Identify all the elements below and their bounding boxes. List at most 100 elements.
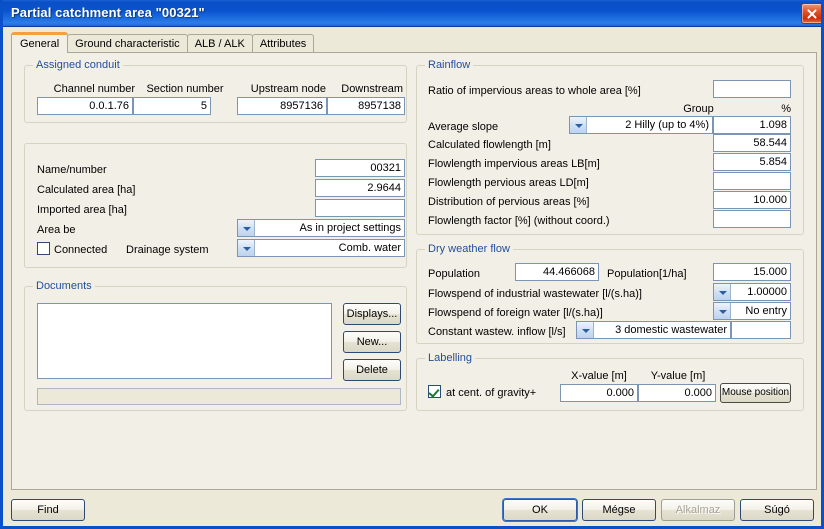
dialog-footer: Find OK Mégse Alkalmaz Súgó [3, 490, 821, 526]
label-y-value: Y-value [m] [650, 370, 706, 382]
label-foreign-water: Flowspend of foreign water [l/(s.ha)] [428, 307, 603, 319]
label-downstream: Downstream [341, 83, 403, 95]
group-documents: Documents Displays... New... Delete [24, 280, 407, 411]
chevron-down-icon [238, 220, 255, 236]
combo-average-slope[interactable]: 2 Hilly (up to 4%) [569, 116, 713, 134]
mouse-position-button[interactable]: Mouse position [720, 383, 791, 403]
ok-button[interactable]: OK [503, 499, 577, 521]
label-imported-area: Imported area [ha] [37, 204, 127, 216]
field-upstream-node[interactable]: 8957136 [237, 97, 327, 115]
chevron-down-icon [577, 322, 594, 338]
combo-constant-inflow-type-value: 3 domestic wastewater [615, 324, 727, 336]
combo-industrial-wastewater-value: 1.00000 [747, 286, 787, 298]
group-assigned-conduit-legend: Assigned conduit [33, 59, 123, 71]
field-average-slope-percent[interactable]: 1.098 [713, 116, 791, 134]
tab-page-general: Assigned conduit Channel number Section … [11, 52, 817, 490]
group-labelling-legend: Labelling [425, 352, 476, 364]
label-name-number: Name/number [37, 164, 107, 176]
label-drainage-system: Drainage system [126, 244, 209, 256]
checkbox-at-cent-of-gravity[interactable] [428, 385, 441, 398]
chevron-down-icon [238, 240, 255, 256]
field-downstream-node[interactable]: 8957138 [327, 97, 405, 115]
combo-industrial-wastewater[interactable]: 1.00000 [713, 283, 791, 301]
label-channel-number: Channel number [53, 83, 135, 95]
field-y-value[interactable]: 0.000 [638, 384, 716, 402]
tab-ground-characteristic[interactable]: Ground characteristic [67, 34, 188, 53]
label-constant-inflow: Constant wastew. inflow [l/s] [428, 326, 566, 338]
title-bar: Partial catchment area "00321" [3, 0, 821, 27]
field-channel-number[interactable]: 0.0.1.76 [37, 97, 133, 115]
help-button[interactable]: Súgó [740, 499, 814, 521]
label-connected: Connected [54, 244, 108, 256]
field-calculated-flowlength[interactable]: 58.544 [713, 134, 791, 152]
label-group: Group [683, 103, 714, 115]
label-ratio-impervious: Ratio of impervious areas to whole area … [428, 85, 641, 97]
chevron-down-icon [714, 303, 731, 319]
label-population: Population [428, 268, 480, 280]
field-constant-inflow-value[interactable] [731, 321, 791, 339]
tab-attributes-label: Attributes [259, 38, 307, 50]
delete-button[interactable]: Delete [343, 359, 401, 381]
combo-foreign-water[interactable]: No entry [713, 302, 791, 320]
window-title: Partial catchment area "00321" [11, 5, 205, 20]
tab-strip: General Ground characteristic ALB / ALK … [11, 32, 315, 53]
field-calculated-area[interactable]: 2.9644 [315, 179, 405, 197]
label-calculated-flowlength: Calculated flowlength [m] [428, 139, 551, 151]
label-flowlength-pervious: Flowlength pervious areas LD[m] [428, 177, 589, 189]
combo-constant-inflow-type[interactable]: 3 domestic wastewater [576, 321, 731, 339]
label-industrial-wastewater: Flowspend of industrial wastewater [l/(s… [428, 288, 642, 300]
combo-foreign-water-value: No entry [745, 305, 787, 317]
combo-area-be[interactable]: As in project settings [237, 219, 405, 237]
label-section-number: Section number [146, 83, 224, 95]
documents-list[interactable] [37, 303, 332, 379]
group-assigned-conduit: Assigned conduit Channel number Section … [24, 59, 407, 123]
group-dry-weather-flow: Dry weather flow Population 44.466068 Po… [416, 243, 804, 344]
field-population-per-ha[interactable]: 15.000 [713, 263, 791, 281]
apply-button: Alkalmaz [661, 499, 735, 521]
label-at-cent-of-gravity: at cent. of gravity+ [446, 387, 537, 399]
group-rainflow: Rainflow Ratio of impervious areas to wh… [416, 59, 804, 235]
tab-alb-alk[interactable]: ALB / ALK [186, 34, 253, 53]
documents-status-field [37, 388, 401, 405]
field-section-number[interactable]: 5 [133, 97, 211, 115]
label-flowlength-impervious: Flowlength impervious areas LB[m] [428, 158, 600, 170]
displays-button[interactable]: Displays... [343, 303, 401, 325]
label-distribution-pervious: Distribution of pervious areas [%] [428, 196, 590, 208]
checkbox-connected[interactable] [37, 242, 50, 255]
cancel-button[interactable]: Mégse [582, 499, 656, 521]
field-imported-area[interactable] [315, 199, 405, 217]
label-average-slope: Average slope [428, 121, 499, 133]
field-flowlength-pervious[interactable] [713, 172, 791, 190]
combo-drainage-system[interactable]: Comb. water [237, 239, 405, 257]
tab-attributes[interactable]: Attributes [251, 34, 315, 53]
combo-average-slope-value: 2 Hilly (up to 4%) [625, 119, 709, 131]
label-population-per-ha: Population[1/ha] [607, 268, 687, 280]
new-button[interactable]: New... [343, 331, 401, 353]
field-flowlength-impervious[interactable]: 5.854 [713, 153, 791, 171]
label-percent: % [781, 103, 791, 115]
tab-general-label: General [20, 38, 60, 50]
group-identification: Name/number Calculated area [ha] Importe… [24, 143, 407, 268]
close-icon[interactable] [801, 3, 821, 24]
chevron-down-icon [714, 284, 731, 300]
field-population[interactable]: 44.466068 [515, 263, 599, 281]
label-calculated-area: Calculated area [ha] [37, 184, 136, 196]
label-flowlength-factor: Flowlength factor [%] (without coord.) [428, 215, 610, 227]
field-x-value[interactable]: 0.000 [560, 384, 638, 402]
label-area-be: Area be [37, 224, 76, 236]
group-documents-legend: Documents [33, 280, 95, 292]
find-button[interactable]: Find [11, 499, 85, 521]
dialog-window: Partial catchment area "00321" General G… [0, 0, 824, 529]
field-name-number[interactable]: 00321 [315, 159, 405, 177]
combo-drainage-system-value: Comb. water [338, 242, 401, 254]
chevron-down-icon [570, 117, 587, 133]
field-flowlength-factor[interactable] [713, 210, 791, 228]
tab-general[interactable]: General [11, 32, 69, 53]
label-upstream-node: Upstream node [250, 83, 326, 95]
tab-alb-alk-label: ALB / ALK [194, 38, 245, 50]
field-distribution-pervious[interactable]: 10.000 [713, 191, 791, 209]
field-ratio-impervious[interactable] [713, 80, 791, 98]
label-x-value: X-value [m] [571, 370, 627, 382]
combo-area-be-value: As in project settings [299, 222, 402, 234]
tab-ground-characteristic-label: Ground characteristic [75, 38, 180, 50]
